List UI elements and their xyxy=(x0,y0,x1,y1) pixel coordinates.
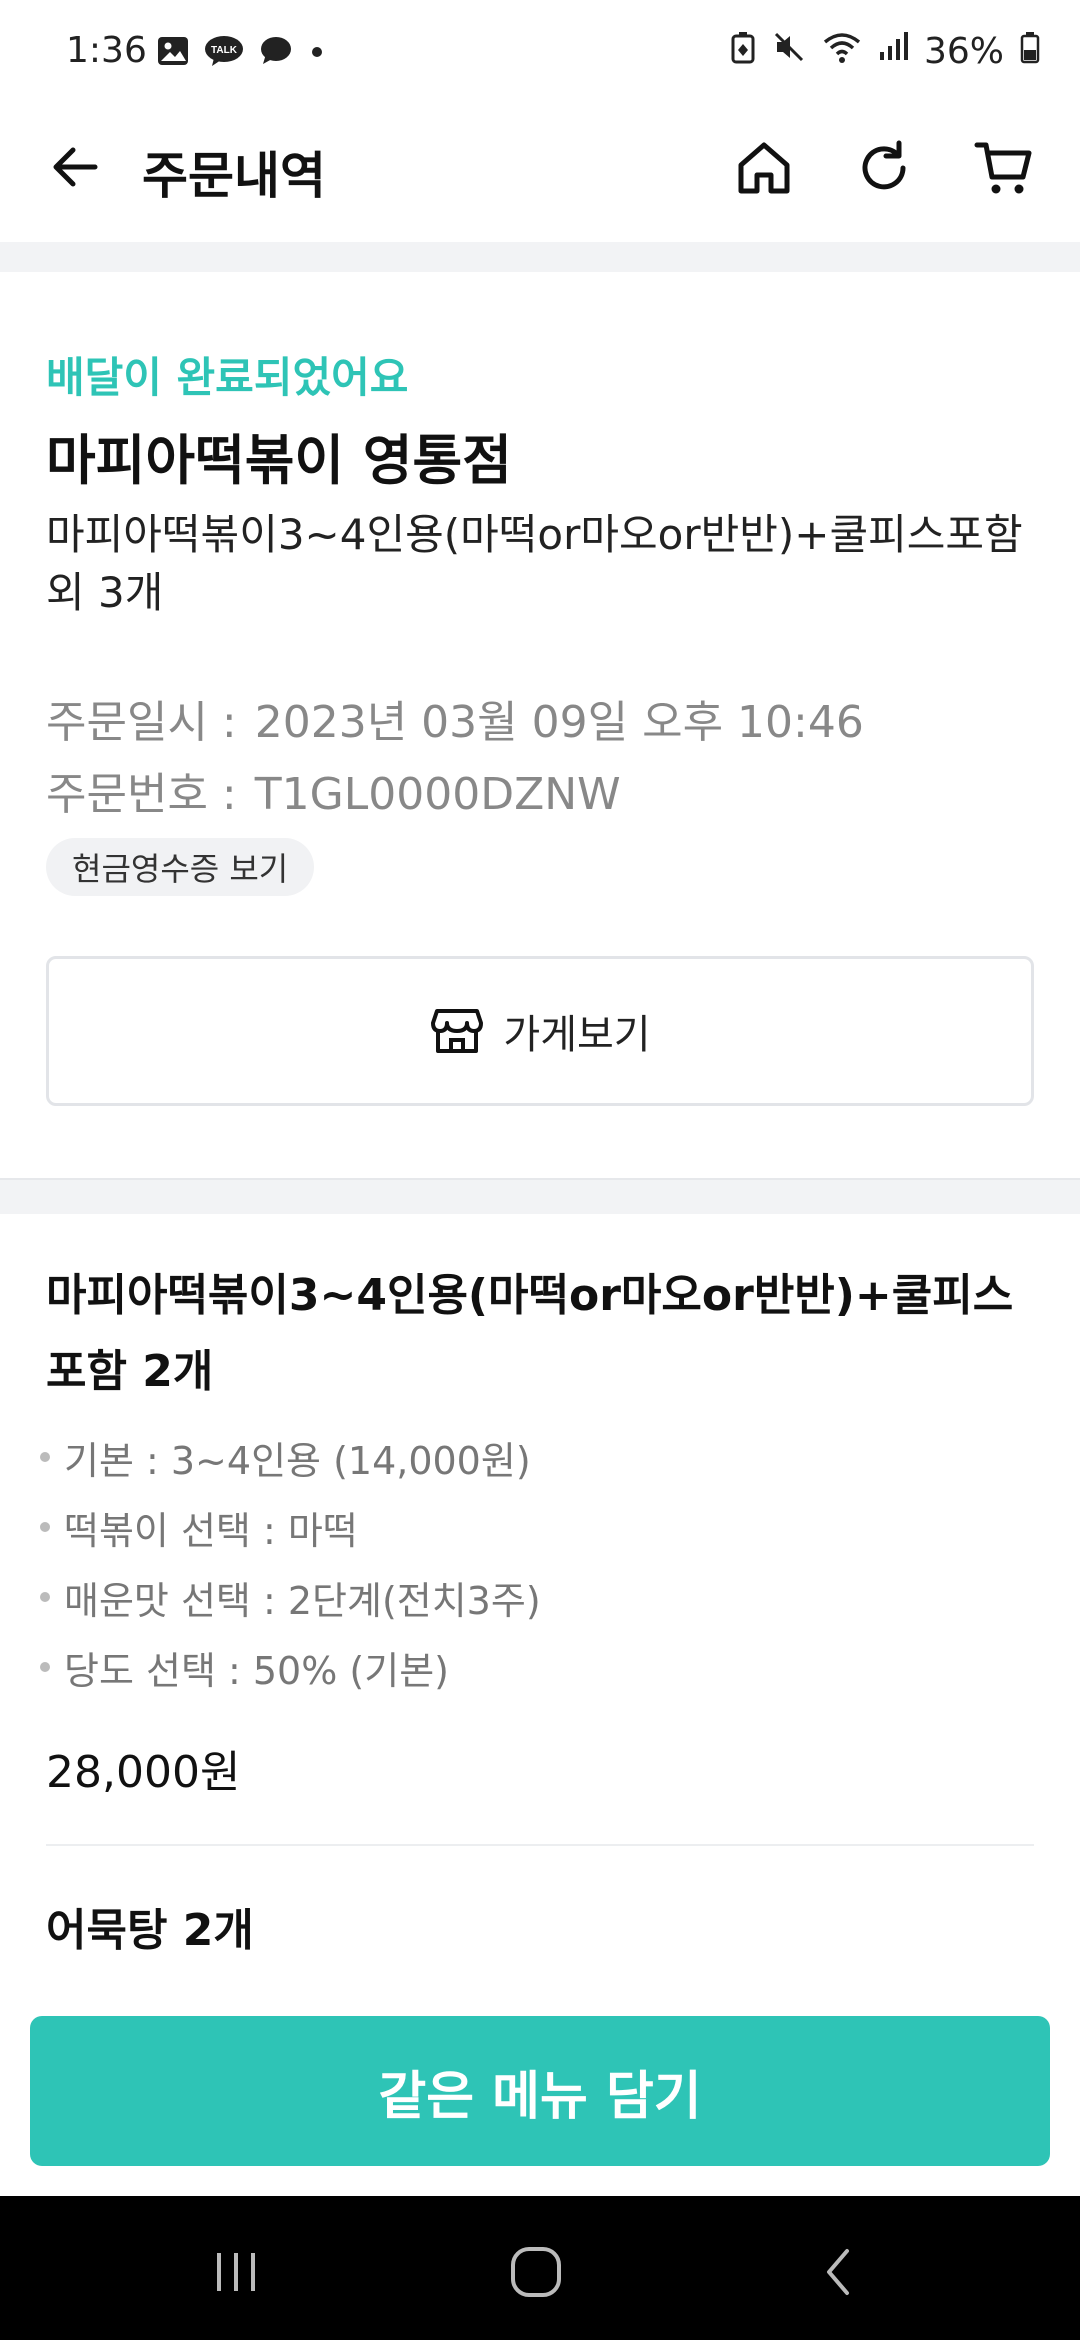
view-store-label: 가게보기 xyxy=(503,1012,651,1058)
back-nav-button[interactable] xyxy=(800,2232,880,2312)
arrow-left-icon xyxy=(53,147,98,187)
menu-option-text: 기본 : 3~4인용 (14,000원) xyxy=(64,1438,531,1483)
gallery-icon xyxy=(156,34,190,72)
home-button[interactable] xyxy=(724,128,804,208)
menu-item-title: 어묵탕 2개 xyxy=(46,1905,254,1956)
chevron-left-icon xyxy=(827,2249,849,2295)
refresh-button[interactable] xyxy=(844,128,924,208)
dot-icon xyxy=(306,34,328,72)
menu-option: 당도 선택 : 50% (기본) xyxy=(40,1632,541,1702)
svg-text:TALK: TALK xyxy=(211,45,238,56)
page-title: 주문내역 xyxy=(142,147,326,205)
order-date-label: 주문일시 : xyxy=(46,697,237,748)
order-number-label: 주문번호 : xyxy=(46,769,237,820)
menu-option-text: 떡볶이 선택 : 마떡 xyxy=(64,1508,358,1553)
cart-icon xyxy=(974,142,1032,194)
wifi-icon xyxy=(822,30,862,73)
delivery-status: 배달이 완료되었어요 xyxy=(46,353,409,402)
app-bar: 주문내역 xyxy=(0,100,1080,242)
signal-icon xyxy=(878,30,908,73)
menu-item-price: 28,000원 xyxy=(46,1747,241,1798)
menu-option-text: 당도 선택 : 50% (기본) xyxy=(64,1648,449,1693)
order-number-value: T1GL0000DZNW xyxy=(254,769,621,820)
order-number: 주문번호 : T1GL0000DZNW xyxy=(46,758,621,822)
refresh-icon xyxy=(862,140,906,190)
cart-button[interactable] xyxy=(964,128,1044,208)
order-summary: 마피아떡볶이3~4인용(마떡or마오or반반)+쿨피스포함 외 3개 xyxy=(46,510,1023,617)
store-icon xyxy=(431,1009,484,1053)
section-separator xyxy=(0,1178,1080,1214)
status-time: 1:36 xyxy=(66,30,147,71)
order-date: 주문일시 : 2023년 03월 09일 오후 10:46 xyxy=(46,686,864,750)
cash-receipt-button[interactable]: 현금영수증 보기 xyxy=(46,838,315,896)
bullet-icon xyxy=(40,1662,50,1672)
menu-item-title: 마피아떡볶이3~4인용(마떡or마오or반반)+쿨피스포함 2개 xyxy=(46,1270,1014,1397)
order-date-value: 2023년 03월 09일 오후 10:46 xyxy=(254,697,864,748)
status-bar: 1:36 TALK 36% xyxy=(0,0,1080,100)
bullet-icon xyxy=(40,1522,50,1532)
battery-saver-icon xyxy=(730,30,756,73)
home-nav-button[interactable] xyxy=(496,2232,576,2312)
home-icon xyxy=(738,142,790,194)
chat-icon xyxy=(258,34,292,72)
home-circle-icon xyxy=(511,2247,561,2297)
section-separator xyxy=(0,242,1080,272)
battery-icon xyxy=(1020,30,1040,73)
mute-icon xyxy=(772,30,806,73)
bullet-icon xyxy=(40,1452,50,1462)
recent-apps-icon xyxy=(217,2253,255,2291)
add-same-menu-button[interactable]: 같은 메뉴 담기 xyxy=(30,2016,1050,2166)
menu-option: 떡볶이 선택 : 마떡 xyxy=(40,1492,541,1562)
bullet-icon xyxy=(40,1592,50,1602)
item-divider xyxy=(46,1844,1034,1846)
menu-option: 기본 : 3~4인용 (14,000원) xyxy=(40,1422,541,1492)
view-store-button[interactable]: 가게보기 xyxy=(46,956,1034,1106)
store-name: 마피아떡볶이 영통점 xyxy=(46,429,512,492)
menu-option-text: 매운맛 선택 : 2단계(전치3주) xyxy=(64,1578,541,1623)
recent-apps-button[interactable] xyxy=(196,2232,276,2312)
kakaotalk-icon: TALK xyxy=(204,34,244,72)
back-button[interactable] xyxy=(40,132,110,202)
battery-percent: 36% xyxy=(923,31,1004,72)
system-nav-bar xyxy=(0,2196,1080,2340)
menu-option: 매운맛 선택 : 2단계(전치3주) xyxy=(40,1562,541,1632)
menu-option-list: 기본 : 3~4인용 (14,000원) 떡볶이 선택 : 마떡 매운맛 선택 … xyxy=(40,1422,541,1702)
